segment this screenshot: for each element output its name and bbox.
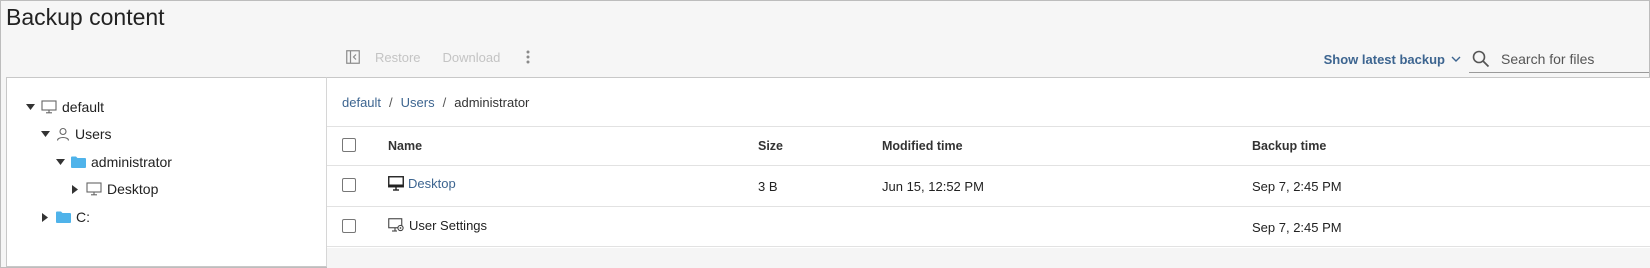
caret-right-icon[interactable] [40, 212, 50, 222]
file-name-text[interactable]: User Settings [409, 218, 487, 233]
tree-node-default[interactable]: default [25, 97, 104, 117]
folder-tree: default Users administrator Desktop C: [6, 77, 327, 267]
more-options-icon[interactable] [520, 50, 536, 64]
file-size-cell: 3 B [758, 179, 778, 194]
breadcrumb-item-current: administrator [454, 95, 530, 110]
tree-node-label: administrator [91, 154, 172, 170]
page-title: Backup content [6, 4, 165, 30]
tree-node-desktop[interactable]: Desktop [70, 179, 158, 199]
file-name-cell: User Settings [388, 218, 487, 233]
backup-time-cell: Sep 7, 2:45 PM [1252, 179, 1342, 194]
column-header-name[interactable]: Name [388, 139, 422, 153]
monitor-icon [388, 176, 404, 191]
tree-node-administrator[interactable]: administrator [55, 152, 172, 172]
computer-icon [41, 100, 57, 114]
tree-node-label: default [62, 99, 105, 115]
modified-time-cell: Jun 15, 12:52 PM [882, 179, 984, 194]
window-frame: Backup content Restore Download Show lat… [0, 0, 1650, 268]
breadcrumb-item-users[interactable]: Users [401, 95, 435, 110]
column-header-modified[interactable]: Modified time [882, 139, 963, 153]
settings-monitor-icon [388, 218, 405, 233]
file-name-link[interactable]: Desktop [408, 176, 456, 191]
tree-node-label: Desktop [107, 181, 159, 197]
chevron-down-icon [1451, 56, 1461, 63]
column-header-size[interactable]: Size [758, 139, 783, 153]
download-button[interactable]: Download [443, 50, 501, 65]
breadcrumb-item-default[interactable]: default [342, 95, 381, 110]
toggle-panel-icon[interactable] [341, 45, 365, 69]
tree-node-label: C: [76, 209, 90, 225]
right-toolbar: Show latest backup [1324, 45, 1649, 73]
select-all-checkbox[interactable] [342, 138, 356, 152]
computer-icon [86, 182, 102, 196]
caret-down-icon[interactable] [55, 157, 65, 167]
tree-node-c-drive[interactable]: C: [40, 207, 90, 227]
file-name-cell: Desktop [388, 176, 456, 191]
column-header-backup[interactable]: Backup time [1252, 139, 1326, 153]
folder-icon [71, 156, 86, 168]
table-row[interactable]: User Settings Sep 7, 2:45 PM [327, 206, 1650, 247]
row-checkbox[interactable] [342, 219, 356, 233]
restore-button[interactable]: Restore [375, 50, 421, 65]
user-icon [56, 127, 70, 141]
search-box [1469, 45, 1649, 73]
file-table: Name Size Modified time Backup time Desk… [327, 126, 1650, 247]
content-panel: default / Users / administrator Name Siz… [327, 77, 1650, 268]
search-input[interactable] [1501, 50, 1641, 67]
show-latest-backup-dropdown[interactable]: Show latest backup [1324, 52, 1461, 67]
backup-time-cell: Sep 7, 2:45 PM [1252, 220, 1342, 235]
tree-node-users[interactable]: Users [40, 124, 112, 144]
breadcrumb-separator: / [442, 95, 447, 110]
tree-node-label: Users [75, 126, 112, 142]
search-icon[interactable] [1469, 50, 1493, 68]
table-row[interactable]: Desktop 3 B Jun 15, 12:52 PM Sep 7, 2:45… [327, 165, 1650, 206]
table-header-row: Name Size Modified time Backup time [327, 126, 1650, 165]
toolbar: Restore Download [341, 45, 536, 69]
caret-down-icon[interactable] [40, 129, 50, 139]
folder-icon [56, 211, 71, 223]
table-footer-strip [327, 248, 1650, 268]
show-latest-backup-label: Show latest backup [1323, 51, 1445, 67]
breadcrumb-separator: / [389, 95, 393, 110]
caret-right-icon[interactable] [70, 184, 80, 194]
caret-down-icon[interactable] [25, 102, 35, 112]
breadcrumb: default / Users / administrator [342, 95, 529, 110]
row-checkbox[interactable] [342, 178, 356, 192]
